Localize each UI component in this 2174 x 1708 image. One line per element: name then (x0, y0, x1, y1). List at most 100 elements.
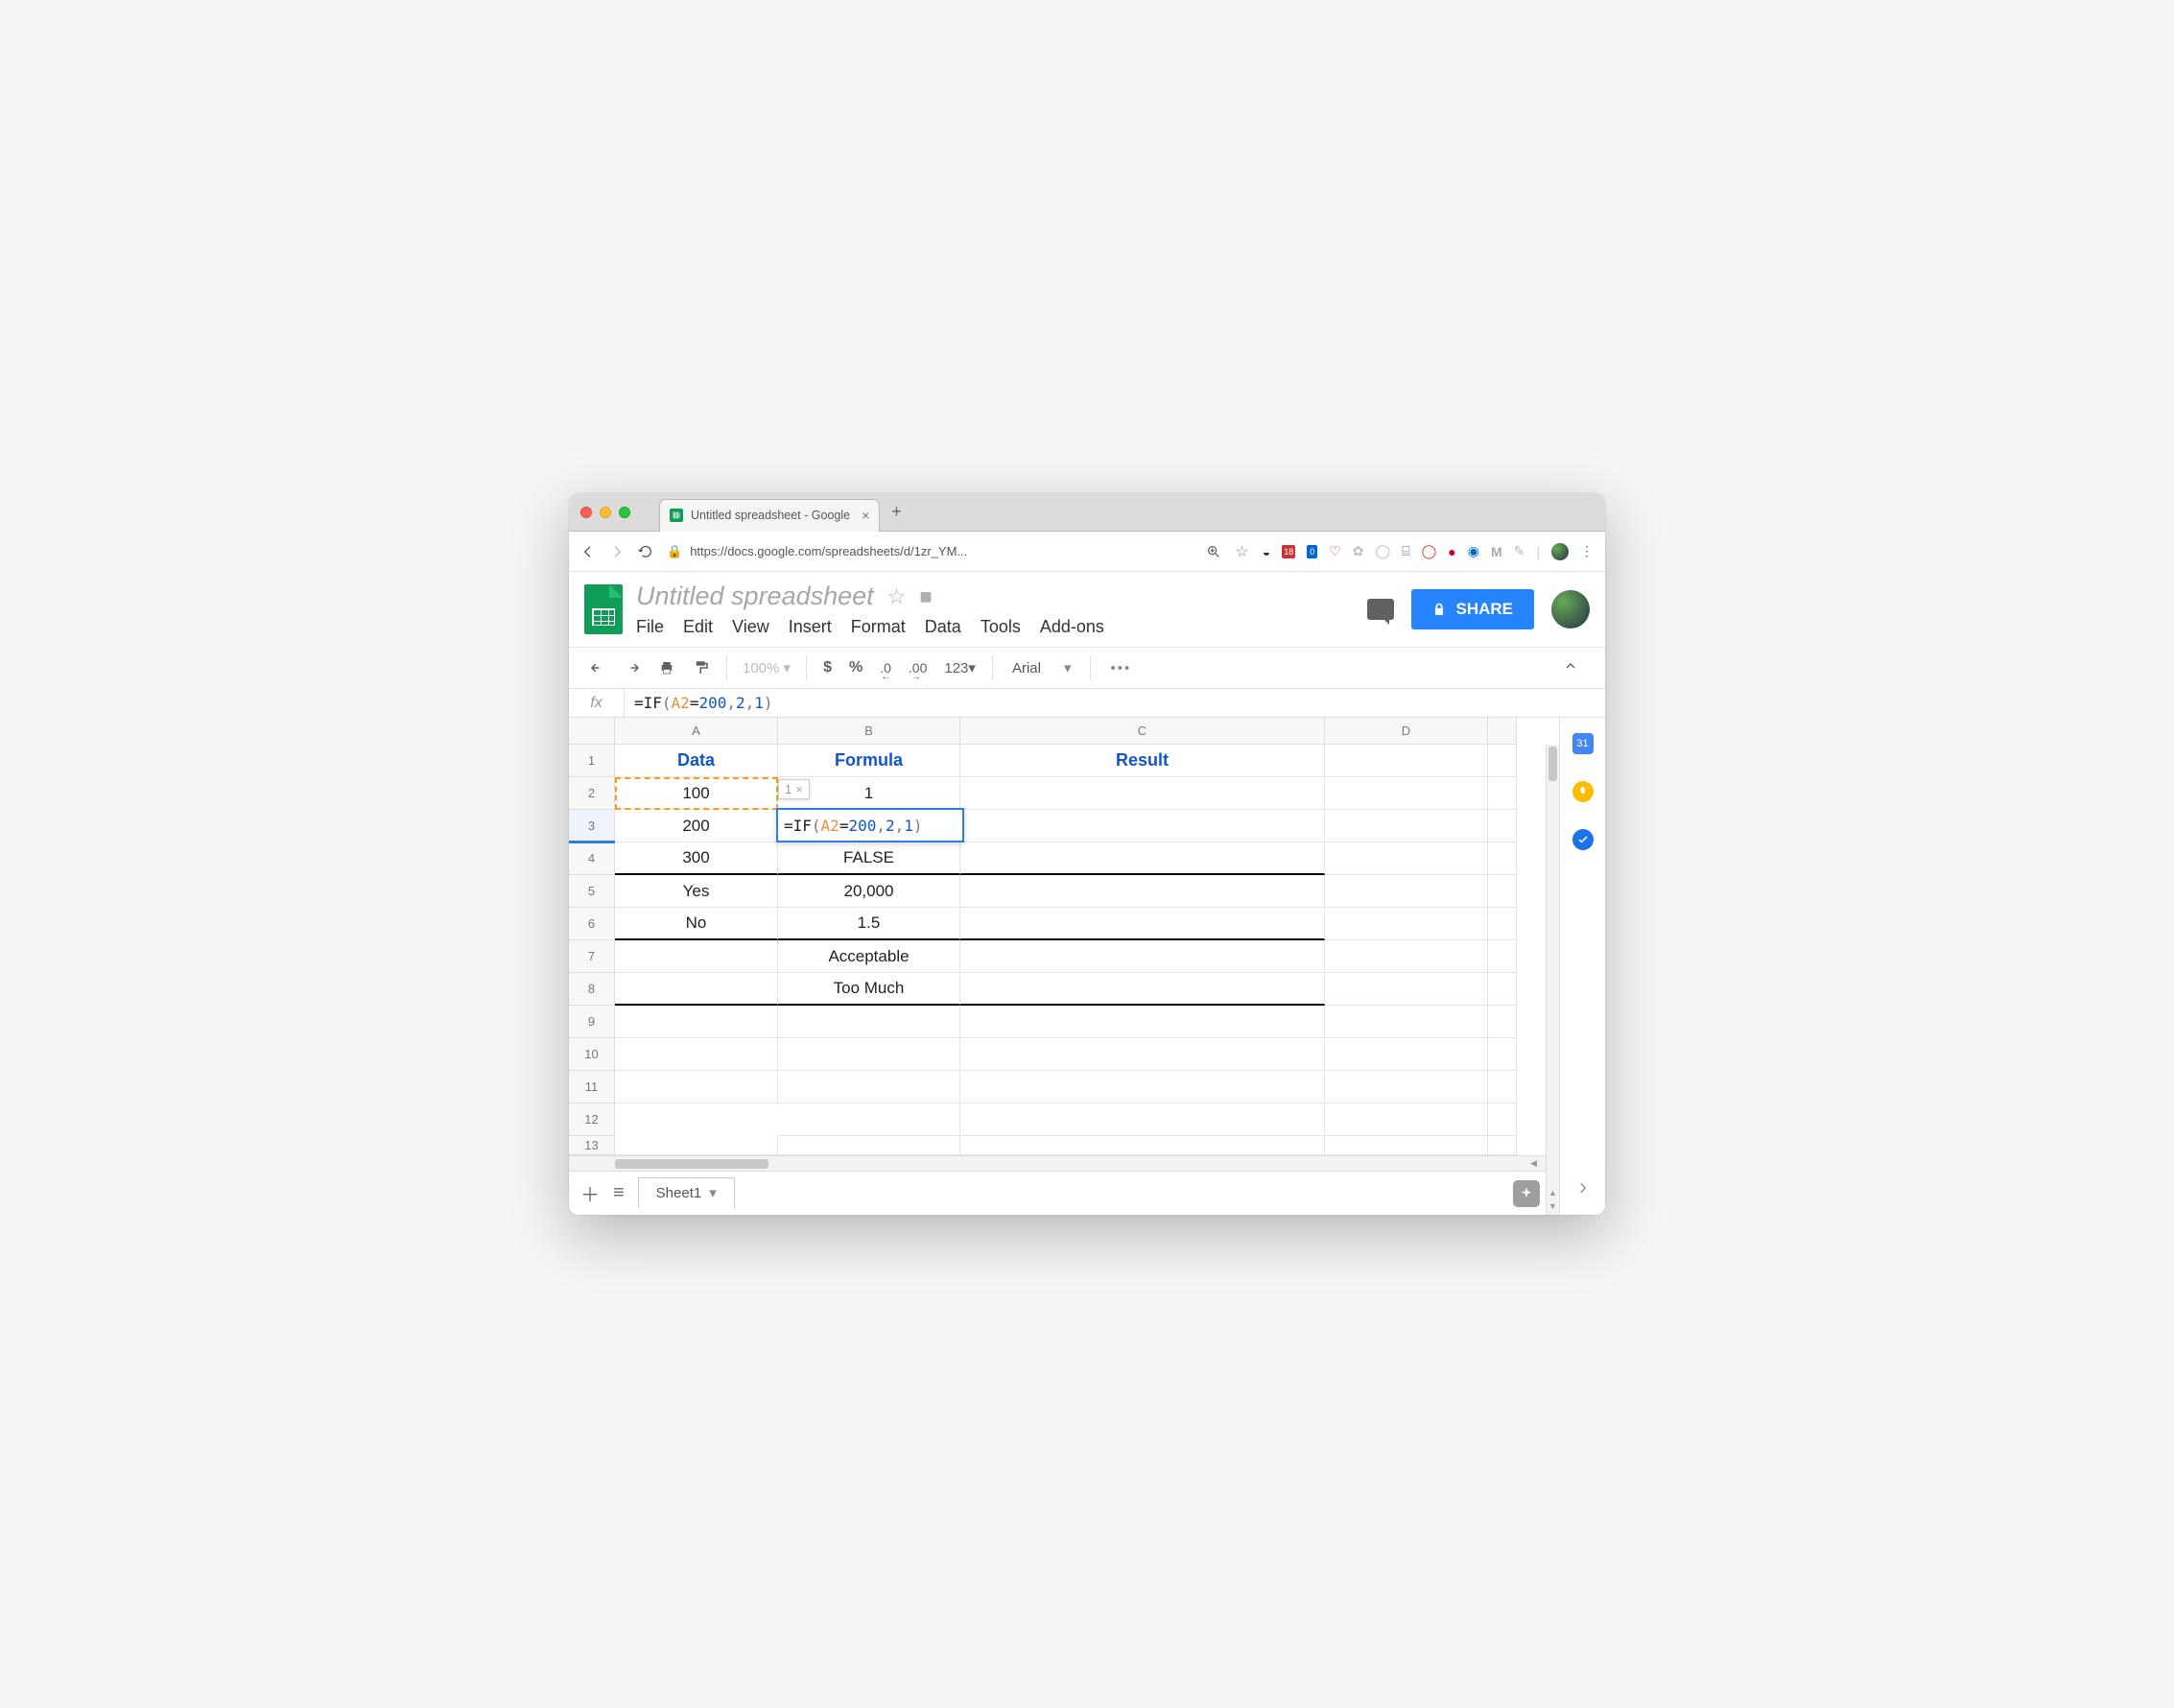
cell-C5[interactable] (960, 875, 1325, 908)
window-zoom[interactable] (619, 507, 630, 518)
active-cell-editor[interactable]: =IF(A2=200,2,1) (776, 808, 964, 842)
cell-A3[interactable]: 200 (615, 810, 778, 842)
spreadsheet-grid[interactable]: A B C D 1 Data Formula Result (569, 718, 1559, 1215)
cell-B6[interactable]: 1.5 (778, 908, 960, 940)
row-header-12[interactable]: 12 (569, 1103, 615, 1136)
cell-C9[interactable] (960, 1006, 1325, 1038)
paint-format-button[interactable] (684, 653, 719, 682)
cell-C7[interactable] (960, 940, 1325, 973)
cell-E13[interactable] (1488, 1136, 1517, 1155)
cell-B13[interactable] (778, 1136, 960, 1155)
ext-icon-grey2[interactable]: ◯ (1376, 543, 1391, 559)
cell-D5[interactable] (1325, 875, 1488, 908)
calendar-addon-icon[interactable]: 31 (1572, 733, 1594, 754)
cell-B4[interactable]: FALSE (778, 842, 960, 875)
collapse-toolbar-button[interactable] (1548, 658, 1594, 677)
cell-B12[interactable] (778, 1103, 960, 1136)
ext-icon-m[interactable]: M (1491, 544, 1502, 559)
explore-button[interactable] (1513, 1180, 1540, 1207)
row-header-9[interactable]: 9 (569, 1006, 615, 1038)
vertical-scrollbar[interactable]: ▲ ▼ (1546, 745, 1559, 1215)
select-all-corner[interactable] (569, 718, 615, 745)
menu-data[interactable]: Data (925, 617, 961, 637)
formula-input[interactable]: =IF(A2=200,2,1) (625, 694, 1605, 712)
undo-button[interactable] (580, 653, 615, 682)
all-sheets-button[interactable]: ≡ (613, 1182, 625, 1204)
cell-E10[interactable] (1488, 1038, 1517, 1071)
ext-icon-pinterest[interactable]: ● (1448, 544, 1455, 559)
print-button[interactable] (650, 653, 684, 682)
reload-button[interactable] (638, 544, 653, 559)
cell-E11[interactable] (1488, 1071, 1517, 1103)
cell-D4[interactable] (1325, 842, 1488, 875)
row-header-13[interactable]: 13 (569, 1136, 615, 1155)
menu-addons[interactable]: Add-ons (1040, 617, 1104, 637)
cell-C13[interactable] (960, 1136, 1325, 1155)
hide-sidepanel-button[interactable] (1576, 1166, 1590, 1215)
profile-avatar-icon[interactable] (1551, 543, 1569, 560)
cell-A1[interactable]: Data (615, 745, 778, 777)
cell-A2[interactable]: 100 (615, 777, 778, 810)
cell-B11[interactable] (778, 1071, 960, 1103)
cell-C4[interactable] (960, 842, 1325, 875)
cell-C6[interactable] (960, 908, 1325, 940)
more-formats-button[interactable]: 123 ▾ (935, 653, 984, 682)
row-header-5[interactable]: 5 (569, 875, 615, 908)
cell-D8[interactable] (1325, 973, 1488, 1006)
cell-A6[interactable]: No (615, 908, 778, 940)
browser-tab[interactable]: Untitled spreadsheet - Google × (659, 499, 880, 532)
menu-edit[interactable]: Edit (683, 617, 713, 637)
cell-C3[interactable] (960, 810, 1325, 842)
cell-A8[interactable] (615, 973, 778, 1006)
toolbar-more-button[interactable]: ••• (1099, 660, 1143, 676)
cell-E9[interactable] (1488, 1006, 1517, 1038)
cell-A10[interactable] (615, 1038, 778, 1071)
ext-icon-pen[interactable]: ✎ (1514, 543, 1525, 559)
cell-C2[interactable] (960, 777, 1325, 810)
cell-A7[interactable] (615, 940, 778, 973)
percent-button[interactable]: % (840, 653, 871, 682)
row-header-10[interactable]: 10 (569, 1038, 615, 1071)
cell-B7[interactable]: Acceptable (778, 940, 960, 973)
cell-E8[interactable] (1488, 973, 1517, 1006)
cell-A12[interactable] (615, 1103, 778, 1136)
row-header-2[interactable]: 2 (569, 777, 615, 810)
cell-E4[interactable] (1488, 842, 1517, 875)
url-field[interactable]: 🔒 https://docs.google.com/spreadsheets/d… (667, 544, 1193, 559)
sheet-tab-1[interactable]: Sheet1 ▾ (638, 1177, 735, 1209)
cell-E2[interactable] (1488, 777, 1517, 810)
star-doc-icon[interactable]: ☆ (887, 584, 907, 609)
ext-icon-grey1[interactable]: ✿ (1353, 543, 1364, 559)
cell-D11[interactable] (1325, 1071, 1488, 1103)
menu-format[interactable]: Format (851, 617, 906, 637)
cell-D7[interactable] (1325, 940, 1488, 973)
cell-C10[interactable] (960, 1038, 1325, 1071)
cell-A5[interactable]: Yes (615, 875, 778, 908)
bookmark-star-icon[interactable]: ☆ (1235, 542, 1248, 561)
cell-B5[interactable]: 20,000 (778, 875, 960, 908)
zoom-indicator-icon[interactable] (1206, 544, 1221, 559)
cell-B8[interactable]: Too Much (778, 973, 960, 1006)
cell-E3[interactable] (1488, 810, 1517, 842)
doc-title[interactable]: Untitled spreadsheet (636, 581, 874, 611)
new-tab-button[interactable]: + (891, 502, 902, 522)
ext-icon-blue[interactable]: 0 (1307, 545, 1317, 558)
horizontal-scrollbar[interactable]: ◀ ▶ (569, 1155, 1559, 1171)
cell-C8[interactable] (960, 973, 1325, 1006)
cell-D1[interactable] (1325, 745, 1488, 777)
ext-icon-heart[interactable]: ♡ (1329, 543, 1341, 559)
horizontal-scroll-thumb[interactable] (615, 1159, 768, 1169)
cell-B1[interactable]: Formula (778, 745, 960, 777)
cell-A4[interactable]: 300 (615, 842, 778, 875)
share-button[interactable]: SHARE (1411, 589, 1534, 629)
sheet-tab-menu-icon[interactable]: ▾ (709, 1184, 717, 1201)
tooltip-close-icon[interactable]: × (795, 782, 803, 796)
vertical-scroll-thumb[interactable] (1548, 747, 1557, 781)
cell-E7[interactable] (1488, 940, 1517, 973)
col-header-A[interactable]: A (615, 718, 778, 745)
fx-label[interactable]: fx (569, 689, 625, 717)
row-header-7[interactable]: 7 (569, 940, 615, 973)
cell-E1[interactable] (1488, 745, 1517, 777)
row-header-8[interactable]: 8 (569, 973, 615, 1006)
account-avatar[interactable] (1551, 590, 1590, 629)
